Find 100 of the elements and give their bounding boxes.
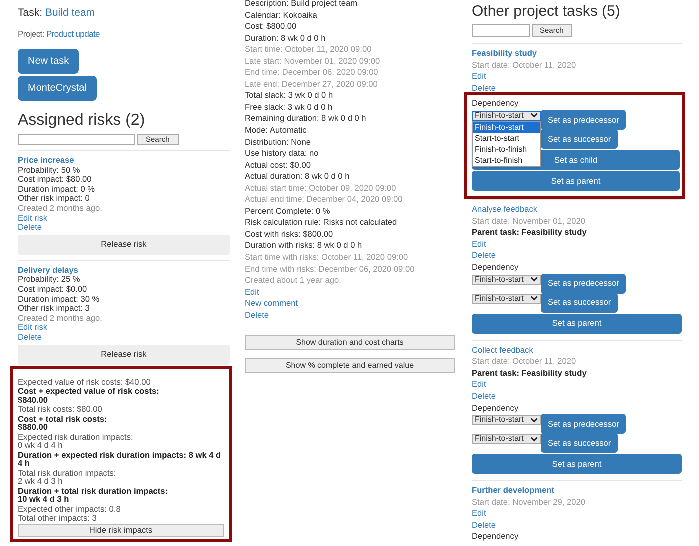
section-heading: Other project tasks (5) bbox=[472, 2, 622, 21]
show-earned-value-button[interactable]: Show % complete and earned value bbox=[245, 358, 455, 374]
edit-risk-link[interactable]: Edit risk bbox=[18, 323, 48, 333]
new-comment-link[interactable]: New comment bbox=[245, 298, 298, 310]
delete-link[interactable]: Delete bbox=[472, 82, 496, 94]
task-detail: End time with risks: December 06, 2020 09:00 bbox=[245, 264, 415, 276]
chevron-icon bbox=[531, 113, 538, 118]
task-detail: Duration: 8 wk 0 d 0 h bbox=[245, 32, 326, 44]
delete-link[interactable]: Delete bbox=[472, 520, 496, 532]
delete-link[interactable]: Delete bbox=[18, 332, 42, 342]
task-detail: End time: December 06, 2020 09:00 bbox=[245, 67, 378, 79]
created-time: Created 2 months ago. bbox=[18, 314, 102, 324]
dependency-select[interactable]: Finish-to-start bbox=[472, 434, 541, 444]
hide-risk-impacts-button[interactable]: Hide risk impacts bbox=[18, 524, 224, 536]
task-detail: Late start: November 01, 2020 09:00 bbox=[245, 56, 380, 68]
edit-link[interactable]: Edit bbox=[472, 71, 486, 83]
task-detail: Description: Build project team bbox=[245, 0, 358, 10]
task-detail: Free slack: 3 wk 0 d 0 h bbox=[245, 102, 333, 114]
risk-detail: Duration impact: 0 % bbox=[18, 184, 96, 194]
risk-summary-line: Total risk duration impacts: 2 wk 4 d 3 h bbox=[18, 468, 118, 486]
task-detail: Distribution: None bbox=[245, 136, 311, 148]
risk-title-link[interactable]: Delivery delays bbox=[18, 266, 78, 276]
set-predecessor-button[interactable]: Set as predecessor bbox=[541, 274, 626, 294]
edit-link[interactable]: Edit bbox=[472, 508, 486, 520]
delete-link[interactable]: Delete bbox=[18, 223, 42, 233]
risk-title-link[interactable]: Price increase bbox=[18, 156, 74, 166]
new-task-button[interactable]: New task bbox=[18, 49, 80, 74]
set-successor-button[interactable]: Set as successor bbox=[541, 433, 618, 454]
task-detail: Start time with risks: October 11, 2020 09:00 bbox=[245, 252, 408, 264]
created-time: Created 2 months ago. bbox=[18, 204, 102, 214]
task-link[interactable]: Build team bbox=[45, 7, 96, 19]
search-field[interactable] bbox=[18, 134, 135, 145]
risk-detail: Cost impact: $0.00 bbox=[18, 284, 88, 295]
task-title-link[interactable]: Further development bbox=[472, 485, 555, 497]
dependency-select[interactable]: Finish-to-start bbox=[472, 294, 541, 304]
task-detail: Mode: Automatic bbox=[245, 125, 307, 137]
set-predecessor-button[interactable]: Set as predecessor bbox=[541, 414, 626, 434]
delete-link[interactable]: Delete bbox=[245, 310, 269, 322]
edit-risk-link[interactable]: Edit risk bbox=[18, 214, 48, 224]
chevron-icon bbox=[531, 418, 538, 423]
dependency-select[interactable]: Finish-to-start bbox=[472, 415, 541, 426]
chevron-icon bbox=[531, 296, 538, 302]
task-detail: Total slack: 3 wk 0 d 0 h bbox=[245, 90, 334, 102]
task-detail: Remaining duration: 8 wk 0 d 0 h bbox=[245, 113, 366, 126]
start-date: Start date: October 11, 2020 bbox=[472, 356, 576, 368]
set-parent-button[interactable]: Set as parent bbox=[472, 454, 682, 474]
edit-link[interactable]: Edit bbox=[245, 286, 260, 298]
risk-detail: Probability: 50 % bbox=[18, 166, 80, 176]
release-risk-button[interactable]: Release risk bbox=[18, 234, 230, 255]
dropdown-option[interactable]: Start-to-finish bbox=[473, 154, 540, 166]
risk-summary-line: Total risk costs: $80.00 bbox=[18, 405, 104, 414]
task-detail: Calendar: Kokoaika bbox=[245, 10, 318, 22]
risk-summary-line: Expected value of risk costs: $40.00 bbox=[18, 378, 152, 386]
edit-link[interactable]: Edit bbox=[472, 379, 486, 391]
task-detail: Duration with risks: 8 wk 0 d 0 h bbox=[245, 240, 362, 252]
section-heading: Assigned risks (2) bbox=[18, 111, 146, 131]
set-successor-button[interactable]: Set as successor bbox=[541, 292, 618, 313]
set-predecessor-button[interactable]: Set as predecessor bbox=[541, 110, 626, 130]
risk-summary-line: Duration + expected risk duration impacts: 8 wk 4 d 4 h bbox=[18, 450, 222, 468]
task-detail: Cost: $800.00 bbox=[245, 21, 297, 33]
set-successor-button[interactable]: Set as successor bbox=[541, 128, 618, 149]
risk-summary-line: Cost + expected value of risk costs: $840.00 bbox=[18, 387, 160, 404]
risk-detail: Duration impact: 30 % bbox=[18, 294, 100, 304]
edit-link[interactable]: Edit bbox=[472, 238, 486, 250]
task-detail: Start time: October 11, 2020 09:00 bbox=[245, 44, 372, 56]
dependency-label: Dependency bbox=[472, 531, 519, 544]
task-detail: Actual end time: December 04, 2020 09:00 bbox=[245, 194, 403, 206]
show-charts-button[interactable]: Show duration and cost charts bbox=[245, 335, 455, 350]
task-title-link[interactable]: Feasibility study bbox=[472, 48, 538, 60]
task-detail: Actual duration: 8 wk 0 d 0 h bbox=[245, 171, 350, 183]
risk-summary-line: Duration + total risk duration impacts: 10 wk 4 d 3 h bbox=[18, 486, 170, 504]
dependency-label: Dependency bbox=[472, 402, 519, 414]
delete-link[interactable]: Delete bbox=[472, 250, 496, 262]
release-risk-button[interactable]: Release risk bbox=[18, 344, 230, 364]
task-detail: Created about 1 year ago. bbox=[245, 275, 342, 287]
dependency-select[interactable]: Finish-to-start bbox=[472, 274, 541, 285]
chevron-icon bbox=[531, 277, 538, 282]
dropdown-option[interactable]: Start-to-start bbox=[473, 132, 540, 144]
start-date: Start date: October 11, 2020 bbox=[472, 60, 576, 72]
dependency-select[interactable]: Finish-to-start bbox=[472, 110, 541, 121]
set-parent-button[interactable]: Set as parent bbox=[472, 314, 682, 334]
parent-task: Parent task: Feasibility study bbox=[472, 227, 587, 239]
search-field[interactable] bbox=[472, 24, 530, 37]
task-title-link[interactable]: Collect feedback bbox=[472, 344, 534, 356]
start-date: Start date: November 01, 2020 bbox=[472, 216, 586, 228]
task-detail: Percent Complete: 0 % bbox=[245, 206, 330, 218]
task-title-link[interactable]: Analyse feedback bbox=[472, 204, 538, 216]
dependency-label: Dependency bbox=[472, 262, 519, 274]
risk-summary-line: Expected other impacts: 0.8 bbox=[18, 504, 122, 513]
dropdown-option[interactable]: Finish-to-start bbox=[473, 122, 540, 133]
montecrystal-button[interactable]: MonteCrystal bbox=[18, 76, 97, 101]
task-label: Task: bbox=[18, 7, 43, 19]
delete-link[interactable]: Delete bbox=[472, 390, 496, 402]
task-detail: Late end: December 27, 2020 09:00 bbox=[245, 78, 378, 90]
task-detail: Cost with risks: $800.00 bbox=[245, 228, 334, 240]
risk-summary-line: Cost + total risk costs: $880.00 bbox=[18, 414, 108, 432]
risk-detail: Probability: 25 % bbox=[18, 275, 80, 285]
parent-task: Parent task: Feasibility study bbox=[472, 368, 587, 380]
set-parent-button[interactable]: Set as parent bbox=[472, 170, 680, 191]
project-link[interactable]: Product update bbox=[46, 29, 100, 39]
